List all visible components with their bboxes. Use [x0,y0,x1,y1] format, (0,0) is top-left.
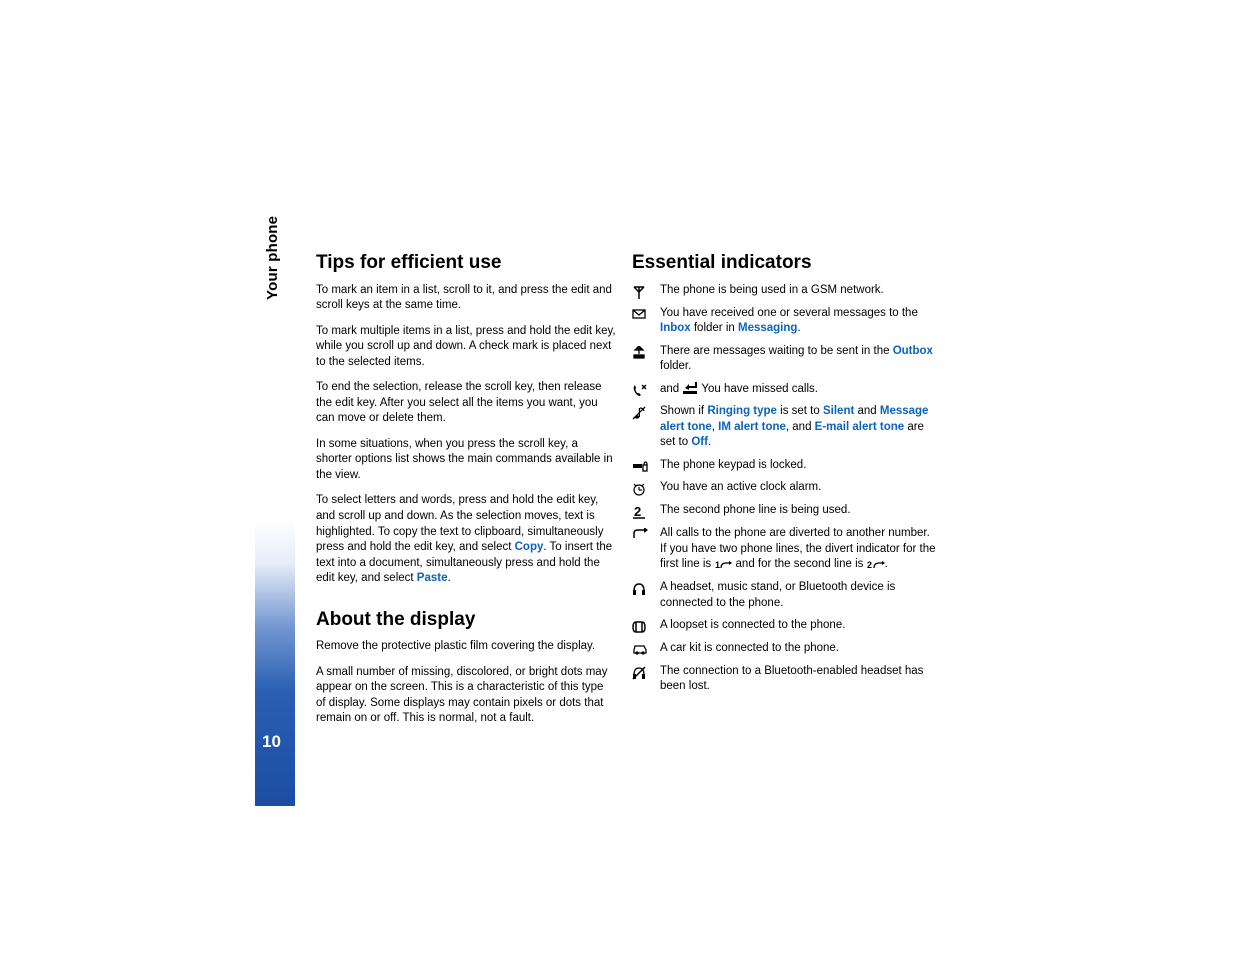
divert-line2-icon: 2 [867,558,885,570]
antenna-icon [632,283,660,299]
link-paste: Paste [417,572,448,584]
paragraph: To end the selection, release the scroll… [316,380,616,427]
divert-icon [632,526,660,540]
envelope-icon [632,306,660,320]
heading-indicators: Essential indicators [632,252,937,275]
alarm-icon [632,480,660,496]
divert-line1-icon: 1 [714,558,732,570]
link-inbox: Inbox [660,322,691,334]
indicator-text: A loopset is connected to the phone. [660,618,937,634]
indicator-text: The second phone line is being used. [660,503,937,519]
outbox-icon [632,344,660,359]
link-im-alert: IM alert tone [718,421,786,433]
link-messaging: Messaging [738,322,797,334]
link-outbox: Outbox [893,345,933,357]
headset-icon [632,580,660,596]
line2-icon: 2 [632,503,660,519]
indicator-text: The connection to a Bluetooth-enabled he… [660,664,937,695]
paragraph: In some situations, when you press the s… [316,437,616,484]
page-number: 10 [262,732,281,752]
paragraph: To select letters and words, press and h… [316,493,616,586]
indicator-text: and You have missed calls. [660,382,937,398]
bluetooth-lost-icon [632,664,660,680]
section-label: Your phone [264,216,281,300]
heading-about-display: About the display [316,609,616,632]
indicator-text: A car kit is connected to the phone. [660,641,937,657]
indicator-text: You have received one or several message… [660,306,937,337]
lock-icon [632,458,660,472]
car-icon [632,641,660,655]
link-copy: Copy [515,541,544,553]
indicator-text: There are messages waiting to be sent in… [660,344,937,375]
indicator-text: A headset, music stand, or Bluetooth dev… [660,580,937,611]
silent-icon [632,404,660,420]
missed-call-return-icon [682,383,698,395]
indicator-text: All calls to the phone are diverted to a… [660,526,937,573]
link-ringing-type: Ringing type [707,405,777,417]
paragraph: Remove the protective plastic film cover… [316,639,616,655]
indicator-text: Shown if Ringing type is set to Silent a… [660,404,937,451]
link-email-alert: E-mail alert tone [815,421,904,433]
loopset-icon [632,618,660,634]
svg-text:2: 2 [867,560,872,570]
paragraph: To mark multiple items in a list, press … [316,324,616,371]
paragraph: To mark an item in a list, scroll to it,… [316,283,616,314]
indicator-text: The phone is being used in a GSM network… [660,283,937,299]
link-off: Off [691,436,708,448]
indicator-text: The phone keypad is locked. [660,458,937,474]
paragraph: A small number of missing, discolored, o… [316,665,616,727]
link-silent: Silent [823,405,854,417]
svg-text:2: 2 [634,505,641,519]
heading-tips: Tips for efficient use [316,252,616,275]
indicator-text: You have an active clock alarm. [660,480,937,496]
svg-text:1: 1 [715,560,720,570]
missed-call-icon [632,382,660,397]
